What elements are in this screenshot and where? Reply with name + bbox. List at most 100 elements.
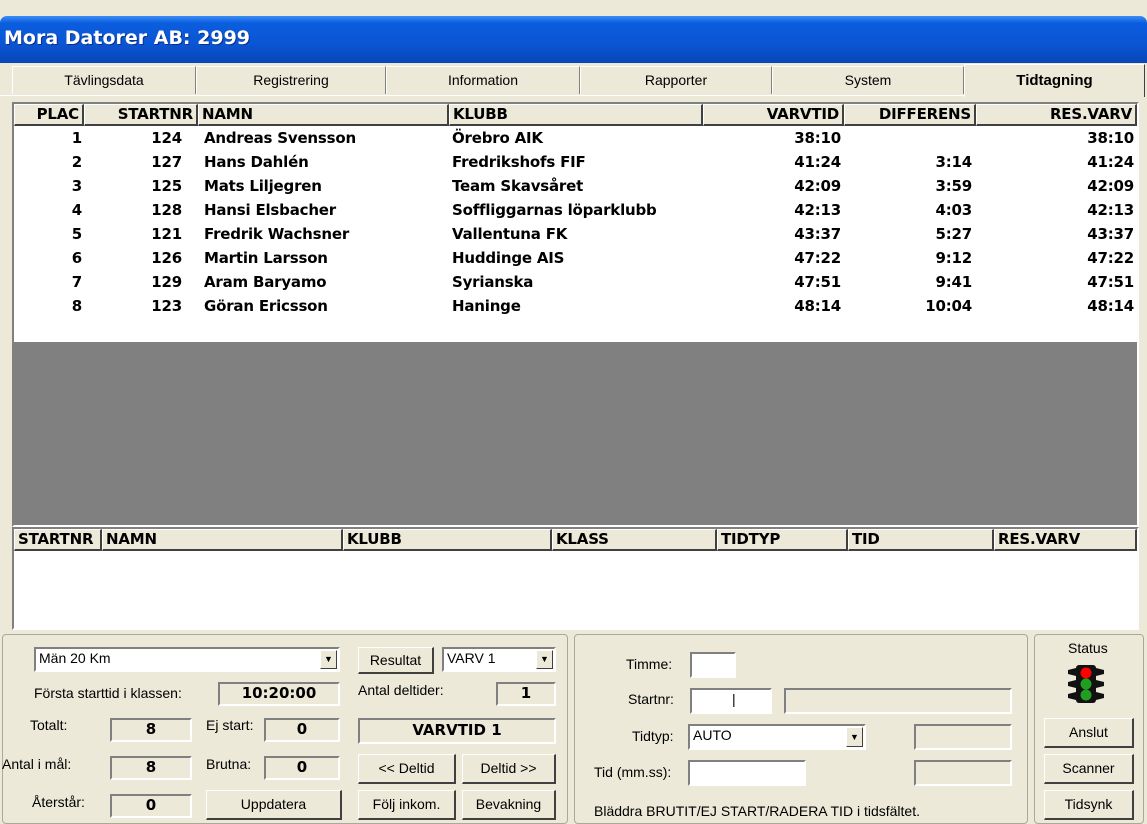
ej-start-value: 0	[264, 718, 340, 742]
klubb-cell: Fredrikshofs FIF	[452, 153, 586, 171]
table-row[interactable]: 2 127 Hans Dahlén Fredrikshofs FIF 41:24…	[14, 152, 1137, 173]
res-varv-cell: 47:22	[1087, 249, 1134, 267]
bevakning-button[interactable]: Bevakning	[462, 790, 556, 820]
tab-system[interactable]: System	[772, 66, 964, 94]
namn-cell: Aram Baryamo	[204, 273, 327, 291]
differens-cell: 10:04	[925, 297, 972, 315]
results-header: PLAC STARTNR NAMN KLUBB VARVTID DIFFEREN…	[14, 104, 1137, 126]
table-row[interactable]: 3 125 Mats Liljegren Team Skavsåret 42:0…	[14, 176, 1137, 197]
anslut-button[interactable]: Anslut	[1044, 718, 1134, 748]
title-bar[interactable]: Mora Datorer AB: 2999	[0, 16, 1147, 63]
differens-cell: 9:41	[935, 273, 972, 291]
res-varv-cell: 42:13	[1087, 201, 1134, 219]
hint-text: Bläddra BRUTIT/EJ START/RADERA TID i tid…	[594, 803, 920, 819]
namn-cell: Martin Larsson	[204, 249, 328, 267]
tidtyp-aux-field	[914, 724, 1012, 750]
namn-cell: Göran Ericsson	[204, 297, 328, 315]
traffic-light-wing	[1068, 680, 1076, 688]
registrations-list[interactable]: STARTNR NAMN KLUBB KLASS TIDTYP TID RES.…	[14, 529, 1137, 628]
col-differens[interactable]: DIFFERENS	[844, 104, 976, 126]
col-res-varv[interactable]: RES.VARV	[976, 104, 1137, 126]
table-row[interactable]: 5 121 Fredrik Wachsner Vallentuna FK 43:…	[14, 224, 1137, 245]
chevron-down-icon[interactable]: ▼	[320, 650, 337, 669]
traffic-light-wing	[1096, 668, 1104, 676]
differens-cell: 5:27	[935, 225, 972, 243]
col-startnr[interactable]: STARTNR	[14, 529, 102, 551]
tidtyp-select[interactable]: AUTO ▼	[688, 724, 866, 750]
chevron-down-icon[interactable]: ▼	[846, 727, 863, 747]
plac-cell: 5	[71, 225, 82, 243]
tidtyp-select-value: AUTO	[693, 727, 732, 743]
col-namn[interactable]: NAMN	[198, 104, 449, 126]
startnr-name-field	[784, 688, 1012, 714]
plac-cell: 4	[71, 201, 82, 219]
tidsynk-button[interactable]: Tidsynk	[1044, 790, 1134, 820]
res-varv-cell: 48:14	[1087, 297, 1134, 315]
varvtid-cell: 48:14	[794, 297, 841, 315]
varv-select[interactable]: VARV 1 ▼	[442, 647, 556, 672]
resultat-button[interactable]: Resultat	[358, 647, 434, 674]
res-varv-cell: 43:37	[1087, 225, 1134, 243]
tid-aux-field	[914, 760, 1012, 786]
results-list[interactable]: PLAC STARTNR NAMN KLUBB VARVTID DIFFEREN…	[14, 104, 1137, 342]
table-row[interactable]: 7 129 Aram Baryamo Syrianska 47:51 9:41 …	[14, 272, 1137, 293]
col-klubb[interactable]: KLUBB	[449, 104, 703, 126]
varvtid-cell: 41:24	[794, 153, 841, 171]
col-startnr[interactable]: STARTNR	[84, 104, 198, 126]
klubb-cell: Vallentuna FK	[452, 225, 568, 243]
tid-input[interactable]	[688, 760, 806, 786]
tab-registrering[interactable]: Registrering	[196, 66, 386, 94]
namn-cell: Hans Dahlén	[204, 153, 309, 171]
table-row[interactable]: 8 123 Göran Ericsson Haninge 48:14 10:04…	[14, 296, 1137, 317]
varvtid-display: VARVTID 1	[358, 718, 556, 744]
startnr-cell: 127	[151, 153, 182, 171]
uppdatera-button[interactable]: Uppdatera	[206, 790, 342, 820]
first-start-value: 10:20:00	[218, 682, 340, 706]
varvtid-cell: 47:51	[794, 273, 841, 291]
table-row[interactable]: 6 126 Martin Larsson Huddinge AIS 47:22 …	[14, 248, 1137, 269]
tab-information[interactable]: Information	[386, 66, 580, 94]
varvtid-cell: 38:10	[794, 129, 841, 147]
startnr-cell: 121	[151, 225, 182, 243]
col-namn[interactable]: NAMN	[102, 529, 343, 551]
registrations-header: STARTNR NAMN KLUBB KLASS TIDTYP TID RES.…	[14, 529, 1137, 551]
col-tidtyp[interactable]: TIDTYP	[717, 529, 848, 551]
folj-inkom-button[interactable]: Följ inkom.	[358, 790, 456, 820]
green-light	[1080, 678, 1092, 690]
res-varv-cell: 42:09	[1087, 177, 1134, 195]
next-deltid-button[interactable]: Deltid >>	[462, 754, 556, 784]
plac-cell: 2	[71, 153, 82, 171]
col-klass[interactable]: KLASS	[552, 529, 717, 551]
startnr-cell: 126	[151, 249, 182, 267]
tab-tidtagning[interactable]: Tidtagning	[964, 64, 1145, 97]
klubb-cell: Huddinge AIS	[452, 249, 565, 267]
tab-strip: Tävlingsdata Registrering Information Ra…	[0, 64, 1147, 99]
tidtyp-label: Tidtyp:	[632, 728, 674, 744]
green-light	[1080, 689, 1092, 701]
prev-deltid-button[interactable]: << Deltid	[358, 754, 456, 784]
res-varv-cell: 47:51	[1087, 273, 1134, 291]
first-start-label: Första starttid i klassen:	[34, 685, 182, 701]
startnr-input[interactable]: |	[690, 688, 772, 714]
class-select[interactable]: Män 20 Km ▼	[34, 647, 340, 672]
col-res-varv[interactable]: RES.VARV	[994, 529, 1137, 551]
startnr-cell: 124	[151, 129, 182, 147]
startnr-label: Startnr:	[628, 691, 674, 707]
status-label: Status	[1068, 640, 1108, 656]
tab-tavlingsdata[interactable]: Tävlingsdata	[12, 66, 196, 94]
col-klubb[interactable]: KLUBB	[343, 529, 552, 551]
col-plac[interactable]: PLAC	[14, 104, 84, 126]
col-tid[interactable]: TID	[848, 529, 994, 551]
chevron-down-icon[interactable]: ▼	[536, 650, 553, 669]
tab-rapporter[interactable]: Rapporter	[580, 66, 772, 94]
antal-deltider-value: 1	[496, 682, 556, 706]
col-varvtid[interactable]: VARVTID	[703, 104, 844, 126]
antal-i-mal-label: Antal i mål:	[2, 756, 72, 772]
timme-input[interactable]	[690, 652, 736, 678]
scanner-button[interactable]: Scanner	[1044, 754, 1134, 784]
totalt-value: 8	[110, 718, 192, 742]
res-varv-cell: 41:24	[1087, 153, 1134, 171]
table-row[interactable]: 1 124 Andreas Svensson Örebro AIK 38:10 …	[14, 128, 1137, 149]
table-row[interactable]: 4 128 Hansi Elsbacher Soffliggarnas löpa…	[14, 200, 1137, 221]
antal-i-mal-value: 8	[110, 756, 192, 780]
